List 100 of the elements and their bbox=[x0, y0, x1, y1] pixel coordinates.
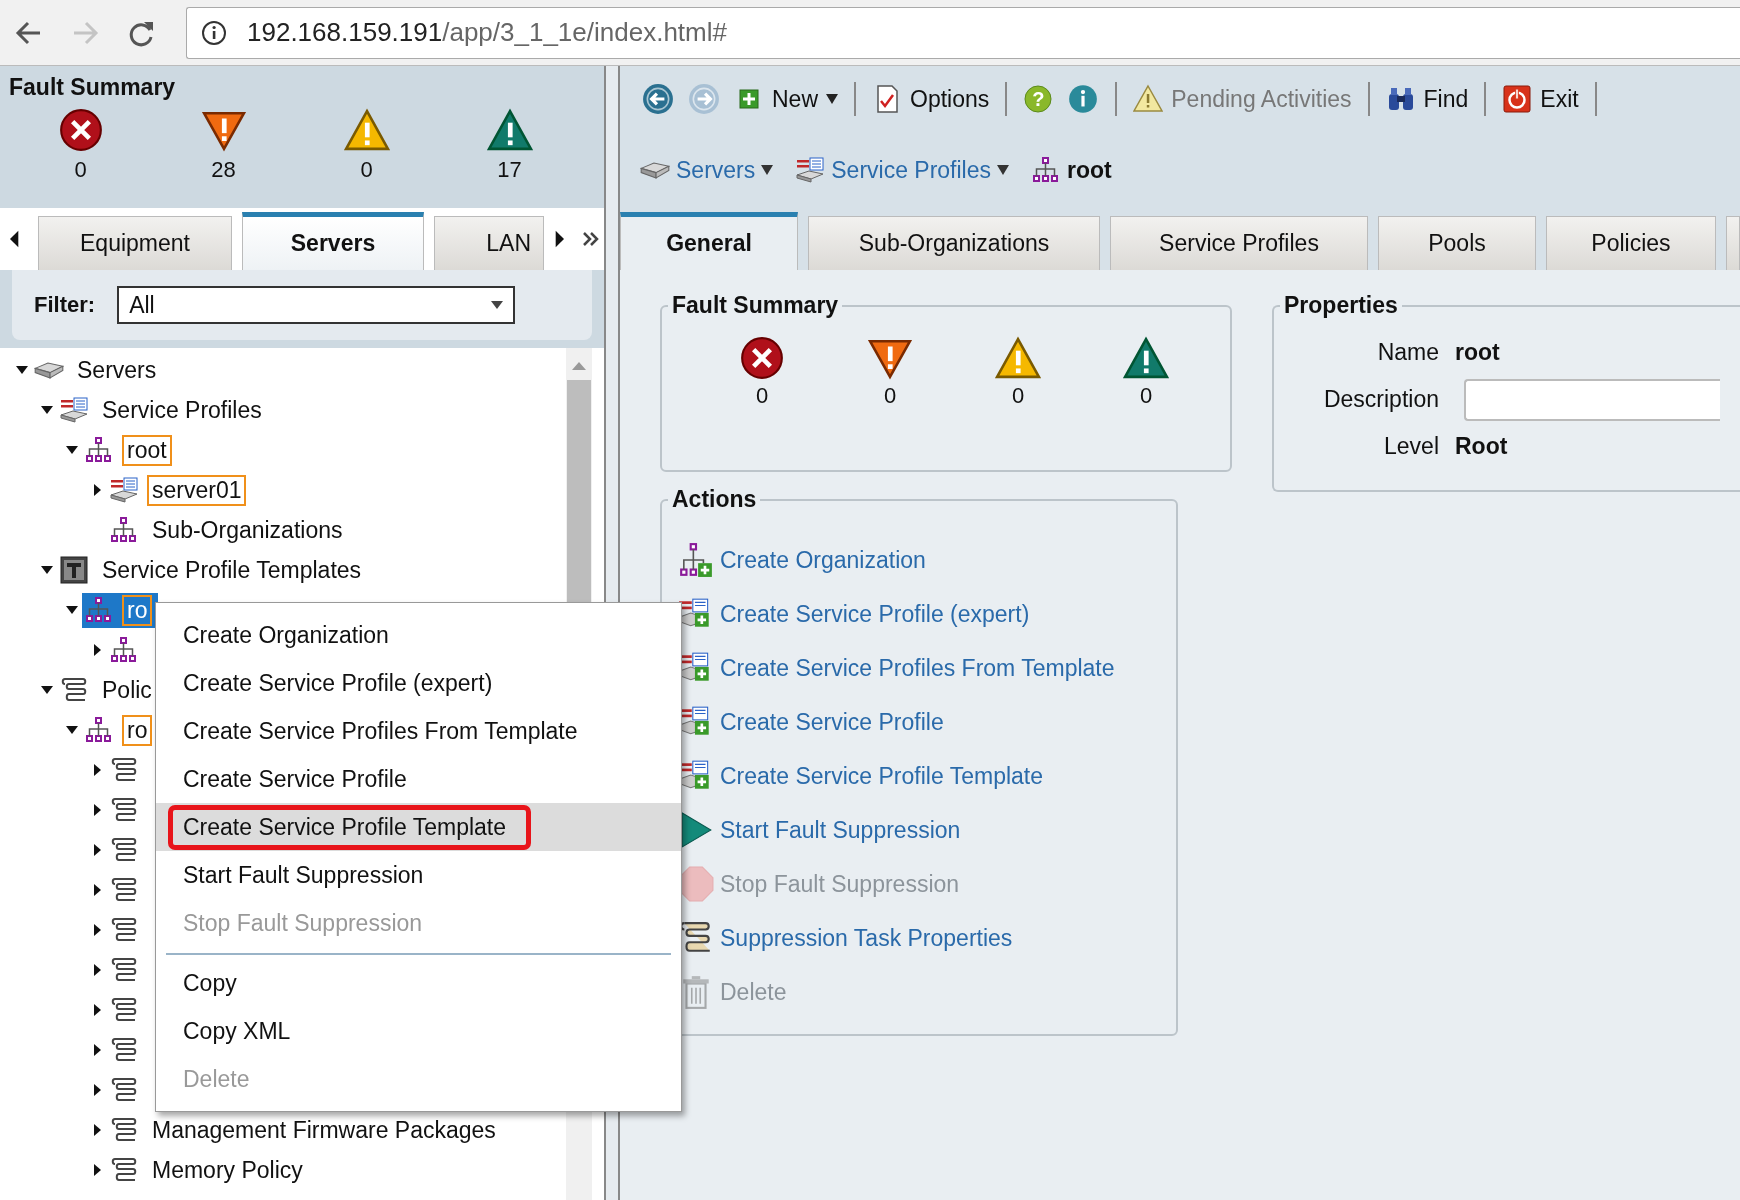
menu-item[interactable]: Copy XML bbox=[156, 1007, 681, 1055]
fault-count: 17 bbox=[497, 157, 522, 183]
scroll-icon bbox=[109, 916, 139, 944]
expand-arrow-icon[interactable] bbox=[91, 1004, 103, 1016]
info-icon[interactable] bbox=[201, 19, 227, 46]
toolbar-button[interactable]: New bbox=[734, 84, 838, 114]
expand-arrow-icon[interactable] bbox=[91, 1084, 103, 1096]
organization-icon bbox=[109, 516, 139, 544]
tree-item[interactable]: root bbox=[66, 432, 178, 468]
scroll-icon bbox=[109, 1156, 139, 1184]
section-title: Fault Summary bbox=[9, 74, 176, 100]
breadcrumb-link[interactable]: Service Profiles bbox=[795, 156, 1010, 184]
tree-item[interactable]: Service Profiles bbox=[41, 392, 273, 428]
field-label: Level bbox=[1383, 433, 1439, 460]
scroll-icon bbox=[109, 1076, 139, 1104]
service-profile-icon bbox=[795, 156, 826, 184]
dropdown-arrow-icon[interactable] bbox=[491, 301, 504, 309]
warning-icon bbox=[1133, 84, 1164, 114]
menu-item[interactable]: Start Fault Suppression bbox=[156, 851, 681, 899]
tab[interactable]: Servers bbox=[242, 212, 424, 270]
tree-item[interactable]: Management Firmware Packages bbox=[91, 1112, 507, 1148]
tab[interactable]: General bbox=[620, 212, 798, 270]
action-link[interactable]: Create Service Profile (expert) bbox=[720, 600, 1030, 628]
expand-arrow-icon[interactable] bbox=[91, 1164, 103, 1176]
expand-arrow-icon[interactable] bbox=[91, 764, 103, 776]
expand-arrow-icon[interactable] bbox=[91, 964, 103, 976]
scroll-icon bbox=[109, 1116, 139, 1144]
caret-icon[interactable] bbox=[826, 94, 838, 104]
toolbar-button[interactable]: Options bbox=[872, 84, 990, 114]
section-title: Fault Summary bbox=[671, 292, 840, 319]
collapse-arrow-icon[interactable] bbox=[16, 364, 28, 376]
service-profile-icon bbox=[109, 476, 139, 504]
tree-item[interactable]: Memory Policy bbox=[91, 1152, 314, 1188]
section-title: Properties bbox=[1283, 292, 1399, 319]
scroll-icon bbox=[109, 796, 139, 824]
menu-item[interactable]: Copy bbox=[156, 959, 681, 1007]
field-value: Root bbox=[1455, 433, 1508, 460]
expand-arrow-icon[interactable] bbox=[91, 1124, 103, 1136]
more-tabs-icon[interactable] bbox=[582, 231, 600, 247]
tree-item[interactable]: Sub-Organizations bbox=[91, 512, 354, 548]
section-title: Actions bbox=[671, 486, 758, 513]
action-link[interactable]: Create Service Profile Template bbox=[720, 762, 1043, 790]
collapse-arrow-icon[interactable] bbox=[66, 444, 78, 456]
menu-item[interactable]: Create Service Profile bbox=[156, 755, 681, 803]
back-icon[interactable] bbox=[642, 83, 674, 115]
tree-item[interactable]: ro bbox=[66, 712, 159, 748]
template-icon bbox=[59, 556, 89, 584]
field-value: root bbox=[1455, 339, 1500, 366]
expand-arrow-icon[interactable] bbox=[91, 804, 103, 816]
scroll-icon bbox=[109, 996, 139, 1024]
scroll-left-icon[interactable] bbox=[10, 230, 20, 248]
fault-count: 0 bbox=[883, 383, 897, 409]
collapse-arrow-icon[interactable] bbox=[66, 724, 78, 736]
tab[interactable]: Service Profiles bbox=[1110, 216, 1368, 270]
tab[interactable]: Sub-Organizations bbox=[808, 216, 1100, 270]
collapse-arrow-icon[interactable] bbox=[41, 564, 53, 576]
toolbar-button[interactable]: Exit bbox=[1502, 84, 1579, 114]
expand-arrow-icon[interactable] bbox=[91, 844, 103, 856]
fault-count: 28 bbox=[211, 157, 236, 183]
menu-item[interactable]: Create Organization bbox=[156, 611, 681, 659]
fault-count: 0 bbox=[1011, 383, 1025, 409]
fault-count: 0 bbox=[360, 157, 373, 183]
collapse-arrow-icon[interactable] bbox=[41, 404, 53, 416]
action-link[interactable]: Suppression Task Properties bbox=[720, 924, 1013, 952]
toolbar-button[interactable]: Find bbox=[1385, 84, 1469, 114]
action-link[interactable]: Start Fault Suppression bbox=[720, 816, 961, 844]
collapse-arrow-icon[interactable] bbox=[66, 604, 78, 616]
menu-item[interactable]: Create Service Profiles From Template bbox=[156, 707, 681, 755]
tab[interactable]: LAN bbox=[434, 216, 544, 270]
expand-arrow-icon[interactable] bbox=[91, 644, 103, 656]
tab[interactable]: Equipment bbox=[38, 216, 232, 270]
caret-icon[interactable] bbox=[997, 165, 1010, 175]
power-icon bbox=[1502, 84, 1533, 114]
breadcrumb-link[interactable]: Servers bbox=[640, 156, 774, 184]
expand-arrow-icon[interactable] bbox=[91, 484, 103, 496]
tree-item[interactable]: Servers bbox=[16, 352, 168, 388]
field-label: Name bbox=[1376, 339, 1439, 366]
expand-arrow-icon[interactable] bbox=[91, 924, 103, 936]
fault-count: 0 bbox=[755, 383, 769, 409]
field-label: Description bbox=[1322, 386, 1439, 413]
collapse-arrow-icon[interactable] bbox=[41, 684, 53, 696]
tab[interactable]: Policies bbox=[1546, 216, 1716, 270]
scroll-icon bbox=[59, 676, 89, 704]
service-profile-icon bbox=[59, 396, 89, 424]
breadcrumb-link[interactable]: root bbox=[1031, 156, 1112, 184]
action-link[interactable]: Create Service Profiles From Template bbox=[720, 654, 1115, 682]
caret-icon[interactable] bbox=[761, 165, 774, 175]
address-bar[interactable]: 192.168.159.191/app/3_1_1e/index.html# bbox=[186, 6, 1740, 59]
tree-item[interactable]: Service Profile Templates bbox=[41, 552, 373, 588]
server-icon bbox=[34, 361, 64, 379]
filter-dropdown[interactable]: All bbox=[117, 286, 516, 324]
menu-item[interactable]: Create Service Profile Template bbox=[156, 803, 681, 851]
scroll-icon bbox=[109, 876, 139, 904]
tab[interactable]: Pools bbox=[1378, 216, 1536, 270]
action-link[interactable]: Create Service Profile bbox=[720, 708, 944, 736]
action-link[interactable]: Create Organization bbox=[720, 546, 926, 574]
expand-arrow-icon[interactable] bbox=[91, 1044, 103, 1056]
expand-arrow-icon[interactable] bbox=[91, 884, 103, 896]
scroll-right-icon[interactable] bbox=[554, 230, 564, 248]
description-field[interactable] bbox=[1464, 378, 1720, 421]
